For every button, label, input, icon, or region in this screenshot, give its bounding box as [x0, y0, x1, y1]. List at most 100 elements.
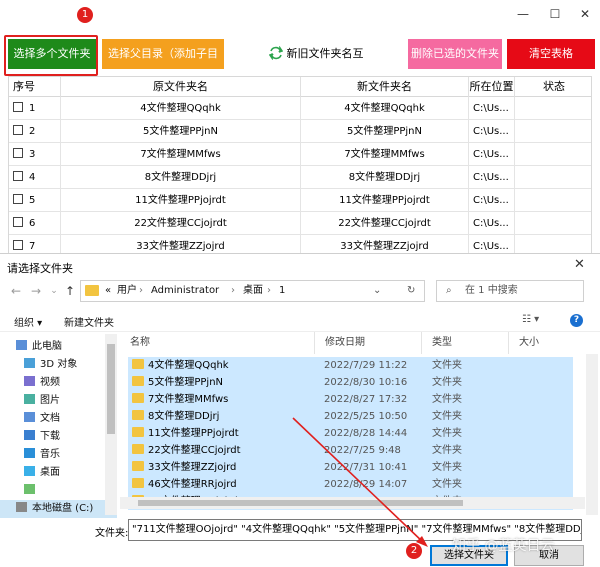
view-options-icon[interactable]: ☷ ▾: [522, 314, 539, 325]
breadcrumb-administrator[interactable]: Administrator: [151, 281, 219, 301]
row-index-cell[interactable]: 2: [13, 120, 61, 143]
file-list-scrollbar[interactable]: [586, 354, 598, 515]
sidebar-item[interactable]: 图片: [24, 392, 60, 410]
table-row[interactable]: 4 8文件整理DDjrj 8文件整理DDjrj C:\Us...: [9, 166, 591, 189]
sidebar-item[interactable]: 下载: [24, 428, 60, 446]
row-index-cell[interactable]: 1: [13, 97, 61, 120]
horizontal-scrollbar[interactable]: [120, 497, 585, 509]
new-name-cell[interactable]: 5文件整理PPjnN: [301, 120, 469, 143]
back-arrow-icon[interactable]: ←: [8, 283, 24, 299]
row-index-cell[interactable]: 5: [13, 189, 61, 212]
header-index[interactable]: 序号: [13, 77, 61, 97]
table-row[interactable]: 5 11文件整理PPjojrdt 11文件整理PPjojrdt C:\Us...: [9, 189, 591, 212]
sidebar-item[interactable]: 视频: [24, 374, 60, 392]
file-row[interactable]: 5文件整理PPjnN 2022/8/30 10:16 文件夹: [128, 374, 573, 391]
organize-menu[interactable]: 组织 ▾: [14, 314, 42, 329]
file-type: 文件夹: [432, 360, 462, 371]
file-row[interactable]: 46文件整理RRjojrd 2022/8/29 14:07 文件夹: [128, 476, 573, 493]
status-cell: [515, 189, 591, 212]
clear-table-button[interactable]: 清空表格: [507, 39, 595, 69]
music-icon: [24, 448, 35, 458]
new-name-cell[interactable]: 4文件整理QQqhk: [301, 97, 469, 120]
up-arrow-icon[interactable]: ↑: [62, 283, 78, 299]
new-name-cell[interactable]: 22文件整理CCjojrdt: [301, 212, 469, 235]
file-name: 4文件整理QQqhk: [148, 360, 229, 371]
picture-icon: [24, 394, 35, 404]
file-row[interactable]: 4文件整理QQqhk 2022/7/29 11:22 文件夹: [128, 357, 573, 374]
row-checkbox[interactable]: [13, 125, 23, 135]
row-checkbox[interactable]: [13, 102, 23, 112]
new-folder-button[interactable]: 新建文件夹: [64, 314, 114, 329]
search-icon: ⌕: [446, 285, 452, 296]
table-row[interactable]: 2 5文件整理PPjnN 5文件整理PPjnN C:\Us...: [9, 120, 591, 143]
navigation-pane: 此电脑 3D 对象视频图片文档下载 音乐 桌面本地磁盘 (C:): [0, 334, 117, 518]
breadcrumb-folder-1[interactable]: 1: [279, 281, 285, 301]
sidebar-item[interactable]: 音乐: [24, 446, 60, 464]
sidebar-item[interactable]: 本地磁盘 (C:): [0, 500, 117, 518]
dialog-close-button[interactable]: ✕: [574, 257, 585, 272]
swap-names-button[interactable]: 新旧文件夹名互换: [264, 39, 368, 90]
column-name[interactable]: 名称: [120, 332, 315, 354]
row-index: 4: [29, 172, 36, 183]
column-type[interactable]: 类型: [422, 332, 509, 354]
refresh-icon[interactable]: ↻: [407, 281, 415, 301]
row-checkbox[interactable]: [13, 217, 23, 227]
row-checkbox[interactable]: [13, 194, 23, 204]
file-type: 文件夹: [432, 479, 462, 490]
minimize-button[interactable]: —: [508, 4, 538, 24]
file-row[interactable]: 22文件整理CCjojrdt 2022/7/25 9:48 文件夹: [128, 442, 573, 459]
row-checkbox[interactable]: [13, 148, 23, 158]
chevron-down-icon[interactable]: ⌄: [46, 283, 62, 299]
sidebar-item[interactable]: 此电脑: [16, 338, 62, 356]
status-cell: [515, 120, 591, 143]
delete-selected-button[interactable]: 删除已选的文件夹: [408, 39, 502, 69]
file-date: 2022/7/25 9:48: [324, 445, 401, 456]
header-status[interactable]: 状态: [515, 77, 591, 97]
sidebar-item[interactable]: 3D 对象: [24, 356, 77, 374]
file-row[interactable]: 11文件整理PPjojrdt 2022/8/28 14:44 文件夹: [128, 425, 573, 442]
scrollbar-thumb[interactable]: [138, 500, 463, 506]
scrollbar-thumb[interactable]: [107, 344, 115, 434]
column-size[interactable]: 大小: [509, 332, 585, 354]
select-parent-directory-button[interactable]: 选择父目录（添加子目录）: [102, 39, 224, 90]
dropdown-icon[interactable]: ⌄: [373, 281, 381, 301]
row-checkbox[interactable]: [13, 171, 23, 181]
search-box[interactable]: ⌕ 在 1 中搜索: [436, 280, 584, 302]
maximize-button[interactable]: ☐: [540, 4, 570, 24]
table-row[interactable]: 3 7文件整理MMfws 7文件整理MMfws C:\Us...: [9, 143, 591, 166]
row-checkbox[interactable]: [13, 240, 23, 250]
row-index-cell[interactable]: 6: [13, 212, 61, 235]
table-row[interactable]: 6 22文件整理CCjojrdt 22文件整理CCjojrdt C:\Us...: [9, 212, 591, 235]
address-bar[interactable]: « 用户 › Administrator › 桌面 › 1 ⌄ ↻: [80, 280, 425, 302]
table-row[interactable]: 1 4文件整理QQqhk 4文件整理QQqhk C:\Us...: [9, 97, 591, 120]
file-row[interactable]: 33文件整理ZZjojrd 2022/7/31 10:41 文件夹: [128, 459, 573, 476]
close-button[interactable]: ✕: [570, 4, 600, 24]
sidebar-item[interactable]: [24, 482, 40, 500]
row-index-cell[interactable]: 4: [13, 166, 61, 189]
sidebar-item[interactable]: 桌面: [24, 464, 60, 482]
original-name-cell: 4文件整理QQqhk: [61, 97, 301, 120]
column-modified-date[interactable]: 修改日期: [315, 332, 422, 354]
header-location[interactable]: 所在位置: [469, 77, 515, 97]
new-name-cell[interactable]: 8文件整理DDjrj: [301, 166, 469, 189]
file-row[interactable]: 8文件整理DDjrj 2022/5/25 10:50 文件夹: [128, 408, 573, 425]
table-header: 序号 原文件夹名 新文件夹名 所在位置 状态: [9, 77, 591, 97]
sidebar-item[interactable]: 文档: [24, 410, 60, 428]
new-name-cell[interactable]: 7文件整理MMfws: [301, 143, 469, 166]
header-new-name[interactable]: 新文件夹名: [301, 77, 469, 97]
forward-arrow-icon[interactable]: →: [28, 283, 44, 299]
row-index-cell[interactable]: 3: [13, 143, 61, 166]
sidebar-scrollbar[interactable]: [105, 334, 117, 515]
new-name-cell[interactable]: 11文件整理PPjojrdt: [301, 189, 469, 212]
sidebar-item-label: 文档: [40, 413, 60, 424]
breadcrumb-users[interactable]: 用户: [117, 281, 137, 301]
sidebar-item-label: 视频: [40, 377, 60, 388]
breadcrumb-desktop[interactable]: 桌面: [243, 281, 263, 301]
breadcrumb-overflow[interactable]: «: [105, 281, 111, 301]
file-name-cell: 4文件整理QQqhk: [132, 357, 318, 374]
status-cell: [515, 97, 591, 120]
help-icon[interactable]: ?: [570, 314, 583, 327]
header-original-name[interactable]: 原文件夹名: [61, 77, 301, 97]
file-row[interactable]: 7文件整理MMfws 2022/8/27 17:32 文件夹: [128, 391, 573, 408]
disk-icon: [16, 502, 27, 512]
